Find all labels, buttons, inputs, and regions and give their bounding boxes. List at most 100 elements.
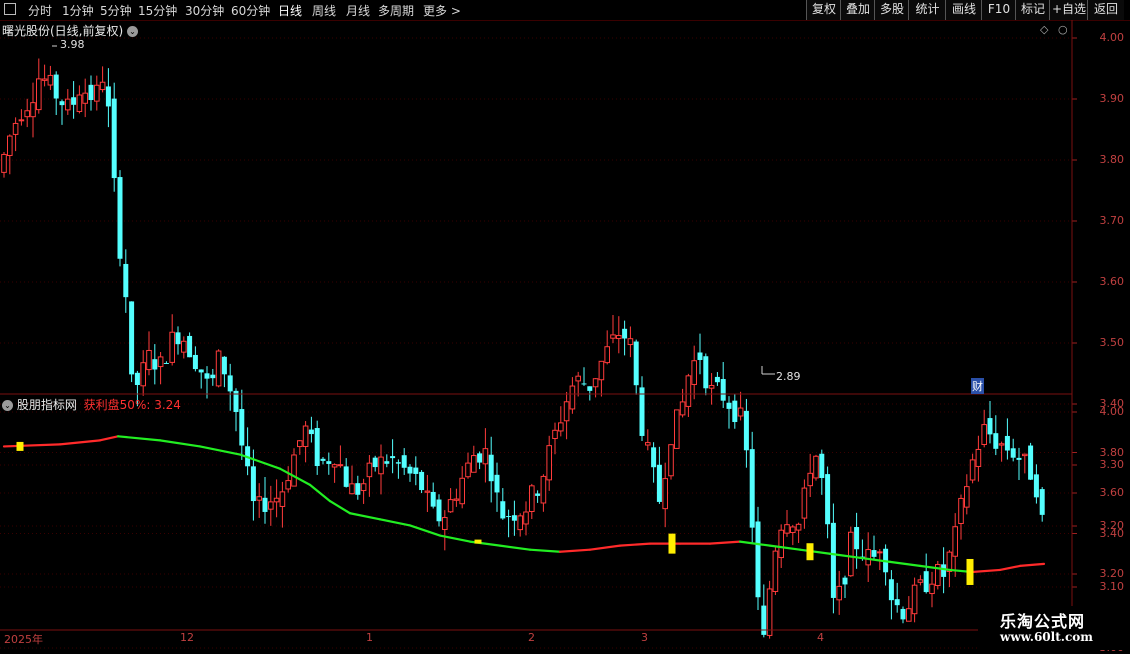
collapse-chevron-icon[interactable]: ⌄: [2, 400, 13, 411]
candle-body-up: [569, 385, 576, 410]
indicator-segment: [738, 540, 772, 547]
candle-body-up: [917, 579, 924, 583]
candle-body-up: [929, 583, 935, 595]
candle-body-down: [187, 335, 193, 358]
indicator-title: 股朋指标网: [16, 398, 77, 412]
candle-body-up: [598, 360, 605, 381]
candle-body-down: [720, 379, 726, 401]
candle-body-down: [749, 449, 755, 528]
candle-body-down: [436, 499, 442, 522]
candle-body-down: [88, 84, 94, 101]
candle-body-down: [413, 467, 419, 474]
candle-body-up: [169, 331, 175, 363]
chart-gridlines: [0, 37, 1077, 649]
candle-body-down: [419, 471, 425, 491]
candle-body-down: [134, 372, 140, 386]
price-axis-label: 3.10: [1099, 580, 1125, 593]
candle-body-up: [465, 462, 471, 478]
candle-body-up: [291, 454, 297, 487]
candle-body-up: [865, 549, 872, 566]
candle-body-up: [662, 478, 669, 510]
candle-body-up: [981, 424, 988, 445]
candle-body-down: [192, 354, 198, 370]
candle-body-down: [581, 383, 587, 385]
dropdown-chevron-icon[interactable]: ⌄: [127, 26, 139, 37]
candle-body-down: [314, 428, 320, 467]
candle-body-down: [59, 101, 65, 106]
candle-body-up: [795, 523, 802, 531]
candle-body-down: [639, 387, 645, 436]
indicator-segment: [378, 518, 412, 527]
candle-body-up: [766, 588, 773, 636]
candle-body-up: [302, 425, 309, 448]
candle-body-down: [993, 433, 999, 449]
indicator-segment: [408, 524, 442, 537]
candle-body-up: [482, 448, 489, 465]
indicator-segment: [998, 564, 1022, 572]
indicator-segment: [970, 568, 1002, 574]
candle-body-down: [105, 86, 111, 107]
candle-body-down: [53, 74, 59, 99]
candle-body-down: [511, 515, 517, 521]
diamond-icon[interactable]: ◇: [1040, 23, 1048, 36]
candle-body-up: [279, 491, 286, 507]
indicator-panel-title: ⌄ 股朋指标网 获利盘50%: 3.24: [2, 396, 181, 413]
candle-body-up: [778, 529, 785, 559]
candle-body-up: [12, 122, 19, 135]
circle-icon[interactable]: ○: [1058, 23, 1068, 36]
indicator-segment: [798, 548, 832, 555]
candle-body-up: [360, 483, 367, 492]
candle-body-up: [558, 422, 564, 432]
candle-body-up: [471, 455, 477, 473]
candle-body-down: [407, 466, 413, 474]
candle-body-down: [71, 97, 77, 105]
financial-report-badge[interactable]: 财: [971, 378, 984, 394]
candle-body-up: [674, 409, 680, 449]
price-axis-label: 3.50: [1099, 336, 1125, 349]
candle-body-up: [1022, 453, 1028, 457]
candle-body-down: [703, 356, 709, 389]
candle-body-down: [854, 527, 860, 550]
candle-body-up: [442, 517, 448, 530]
candle-body-down: [239, 409, 245, 446]
candle-body-down: [1028, 445, 1034, 480]
indicator-signal-marker: [474, 539, 482, 544]
candle-body-down: [535, 493, 541, 496]
candle-body-down: [401, 455, 407, 468]
low-price-label: 2.89: [776, 370, 801, 383]
indicator-segment: [98, 435, 120, 442]
candle-body-up: [975, 448, 982, 467]
candle-body-down: [923, 571, 929, 593]
price-axis-label: 3.80: [1099, 153, 1125, 166]
indicator-segment: [198, 445, 242, 456]
candle-body-up: [848, 531, 854, 577]
candle-body-up: [807, 472, 814, 487]
time-label-feb: 2: [528, 631, 535, 644]
candle-body-up: [24, 110, 30, 118]
candle-body-up: [906, 608, 912, 622]
indicator-segment: [768, 544, 802, 551]
candle-body-down: [732, 400, 738, 423]
candle-body-up: [801, 487, 808, 519]
indicator-signal-marker: [16, 441, 24, 451]
candle-body-down: [506, 516, 512, 518]
candle-body-up: [181, 340, 187, 353]
candle-body-down: [500, 501, 506, 519]
candle-body-up: [331, 464, 338, 468]
candle-body-down: [384, 461, 390, 464]
candle-body-up: [737, 407, 744, 417]
candle-body-up: [784, 524, 790, 534]
candle-body-up: [668, 444, 674, 477]
candle-body-down: [129, 301, 135, 375]
candle-body-up: [685, 375, 692, 407]
indicator-signal-marker: [668, 533, 676, 554]
high-price-label: 3.98: [60, 38, 85, 51]
kline-chart-canvas[interactable]: [0, 0, 1130, 650]
candle-body-down: [755, 521, 761, 598]
candle-body-up: [604, 346, 611, 364]
candle-body-down: [227, 375, 233, 392]
candle-body-down: [1004, 435, 1010, 451]
candle-body-up: [616, 335, 622, 340]
candle-body-down: [819, 453, 825, 478]
candle-body-up: [969, 459, 976, 481]
